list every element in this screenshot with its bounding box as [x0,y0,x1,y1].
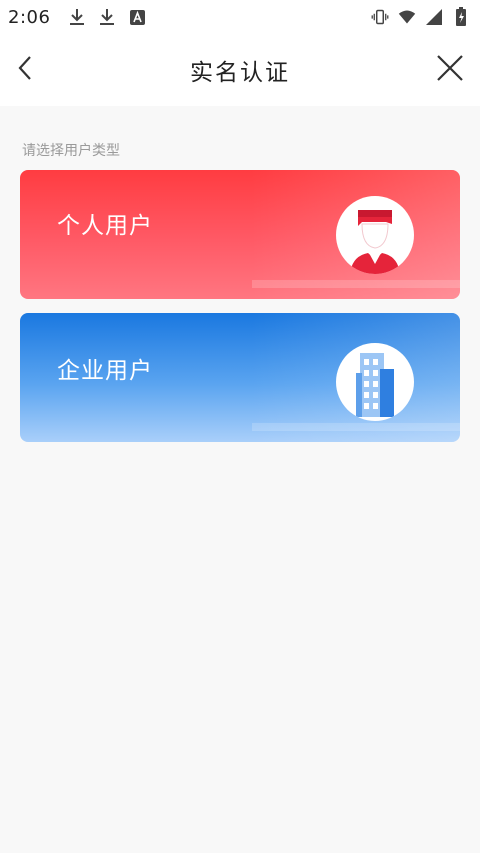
close-icon [436,54,464,86]
person-icon [336,196,414,274]
enterprise-user-label: 企业用户 [57,358,153,384]
page-title: 实名认证 [190,60,290,86]
header: 实名认证 [0,34,480,106]
chevron-left-icon [16,54,36,86]
building-icon [336,343,414,421]
status-icons-left [68,8,146,26]
personal-user-card[interactable]: 个人用户 [20,170,460,299]
signal-icon [425,8,443,26]
back-button[interactable] [8,52,44,88]
wifi-icon [398,8,416,26]
battery-icon [452,7,470,26]
personal-user-label: 个人用户 [57,213,153,239]
app-notification-icon [128,8,146,26]
status-time: 2:06 [8,6,51,28]
status-icons-right [371,7,470,26]
vibrate-icon [371,8,389,26]
close-button[interactable] [430,50,470,90]
card-stripe [252,423,460,431]
card-stripe [252,280,460,288]
status-bar: 2:06 [0,0,480,34]
enterprise-user-card[interactable]: 企业用户 [20,313,460,442]
section-label: 请选择用户类型 [22,143,120,159]
download-icon [68,8,86,26]
download-icon [98,8,116,26]
